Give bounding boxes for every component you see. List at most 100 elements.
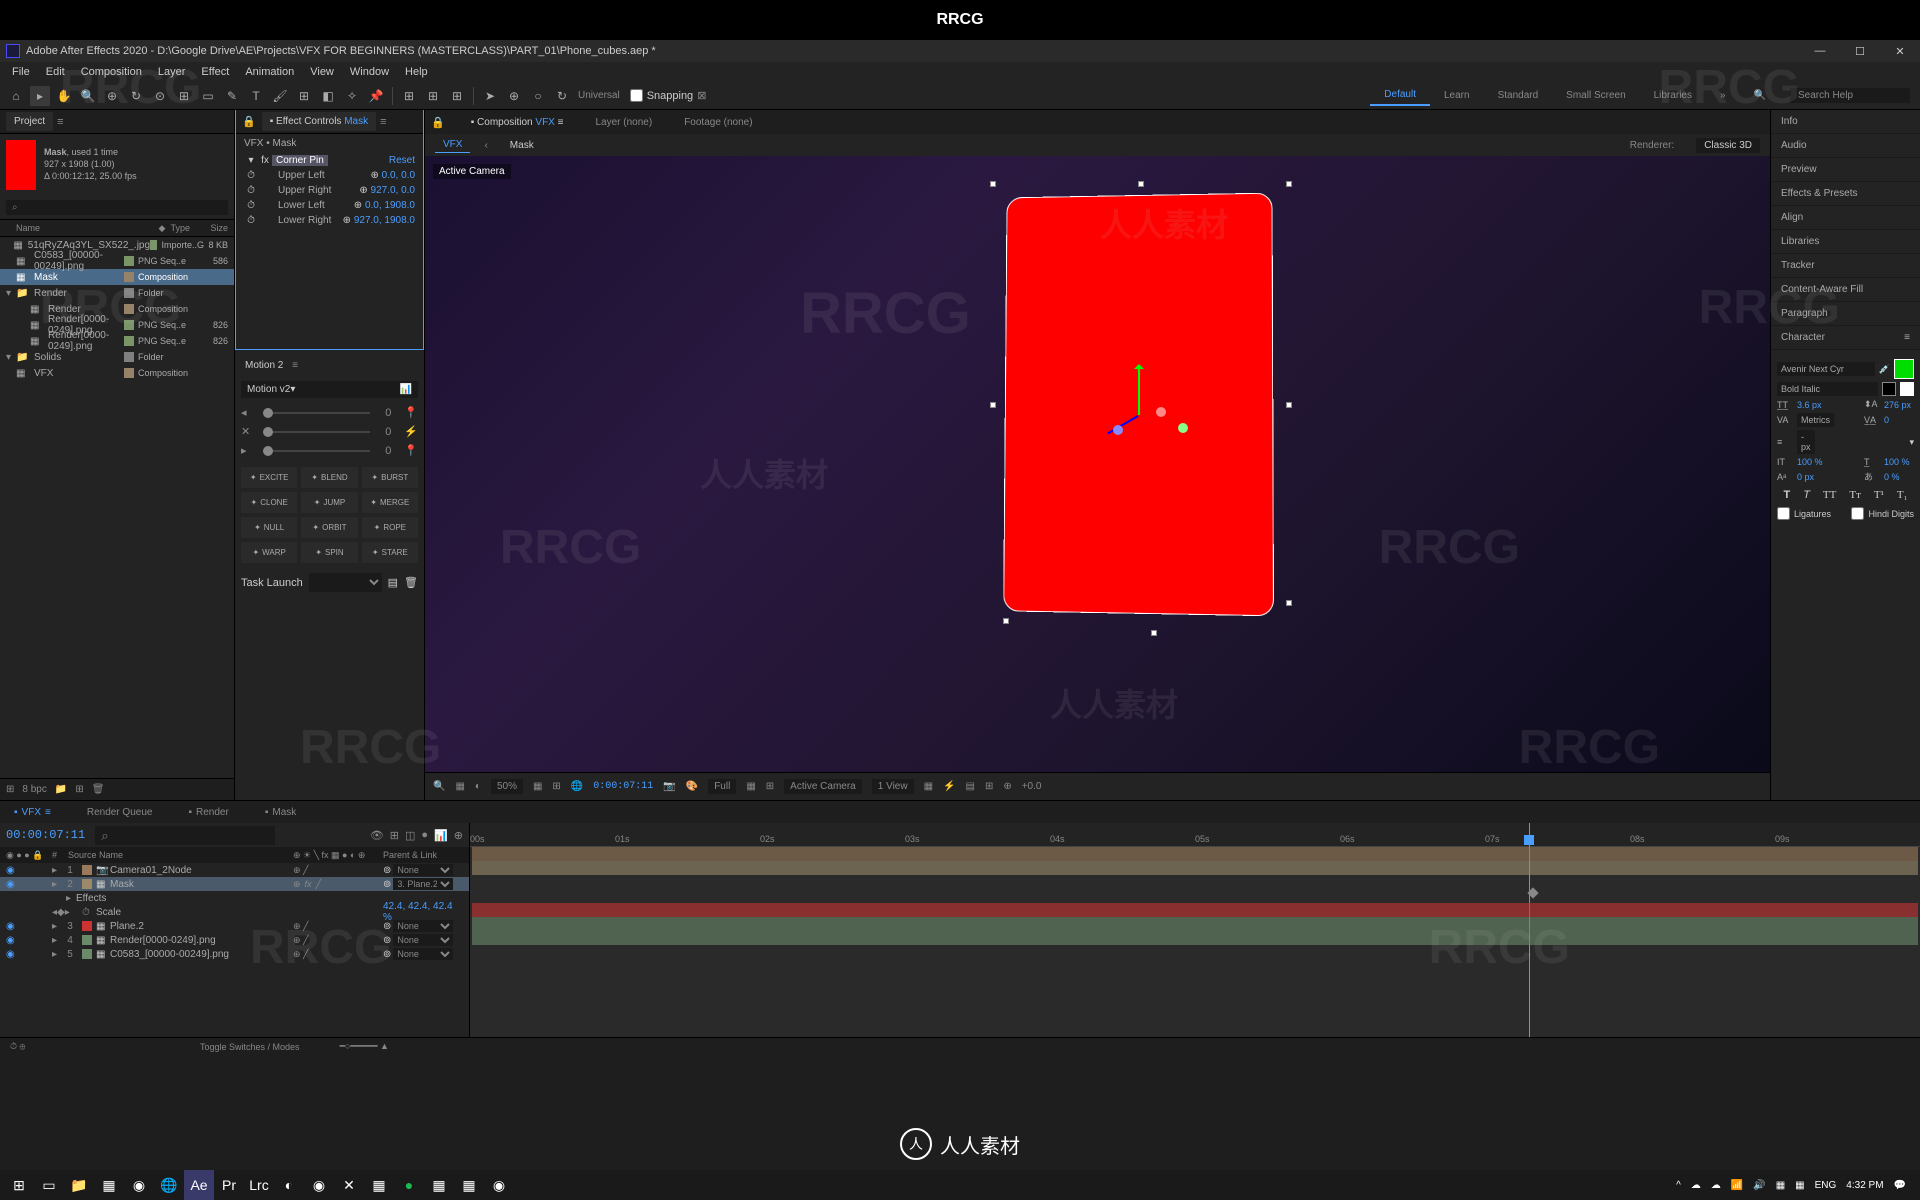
tl-stopwatch-icon[interactable]: ⏱ ⊕ [10,1041,25,1052]
tl-brain-icon[interactable]: ⊕ [454,829,463,842]
pickwhip-icon[interactable]: ⊚ [383,921,391,932]
views-dropdown[interactable]: 1 View [872,779,914,794]
hindi-checkbox[interactable] [1851,507,1864,520]
app-icon[interactable]: ◉ [304,1170,334,1200]
hscale-value[interactable]: 100 % [1884,457,1914,467]
snap-vert-icon[interactable]: ⊕ [504,86,524,106]
layer-expand-icon[interactable]: ▸ [52,879,62,890]
effect-name[interactable]: Corner Pin [272,155,328,166]
stroke-dropdown[interactable]: - px [1797,430,1815,454]
hand-tool[interactable]: ✋ [54,86,74,106]
motion-null-button[interactable]: ✦ NULL [241,517,297,538]
layer-expand-icon[interactable]: ▸ [52,935,62,946]
tray-time[interactable]: 4:32 PM [1846,1180,1883,1191]
new-folder-icon[interactable]: 📁 [55,784,67,795]
motion-jump-button[interactable]: ✦ JUMP [301,492,357,513]
layer-visibility-icon[interactable]: ◉ [6,949,20,960]
kerning-dropdown[interactable]: Metrics [1797,413,1834,427]
tray-weather-icon[interactable]: ☁ [1691,1180,1701,1191]
zoom-tool[interactable]: 🔍 [78,86,98,106]
timeline-layer[interactable]: ◉▸5▦C0583_[00000-00249].png⊕ ╱⊚None [0,947,469,961]
local-axis-icon[interactable]: ⊞ [399,86,419,106]
stopwatch-icon[interactable]: ⏱ [244,185,258,196]
motion-orbit-button[interactable]: ✦ ORBIT [301,517,357,538]
renderer-dropdown[interactable]: Classic 3D [1696,138,1760,153]
tray-onedrive-icon[interactable]: ☁ [1711,1180,1721,1191]
magnify-icon[interactable]: 🔍 [433,781,445,792]
bpc-toggle[interactable]: 8 bpc [22,784,46,795]
comp-subtab-mask[interactable]: Mask [502,138,542,153]
motion-slider-3[interactable] [263,450,370,452]
taskview-icon[interactable]: ▭ [34,1170,64,1200]
task-launch-dropdown[interactable] [309,573,382,592]
stopwatch-icon[interactable]: ⏱ [244,200,258,211]
motion-clone-button[interactable]: ✦ CLONE [241,492,297,513]
stroke-color-swatch[interactable] [1882,382,1896,396]
channel-icon[interactable]: 🌐 [571,781,583,792]
project-search-input[interactable] [6,200,228,215]
layer-expand-icon[interactable]: ▸ [52,865,62,876]
mask-icon[interactable]: ◐ [475,781,481,792]
font-dropdown[interactable]: Avenir Next Cyr [1777,362,1875,376]
close-button[interactable]: ✕ [1880,40,1920,62]
layer-visibility-icon[interactable]: ◉ [6,879,20,890]
app-icon[interactable]: ▦ [424,1170,454,1200]
bold-toggle[interactable]: T [1779,487,1794,503]
timeline-search-input[interactable] [95,826,275,845]
alpha-icon[interactable]: ▦ [455,781,464,792]
font-style-dropdown[interactable]: Bold Italic [1777,382,1878,396]
project-item[interactable]: ▦Render[0000-0249].pngPNG Seq..e826 [0,333,234,349]
ae-taskbar-icon[interactable]: Ae [184,1170,214,1200]
guides-icon[interactable]: ⊞ [766,781,774,792]
workspace-standard[interactable]: Standard [1484,86,1553,105]
motion-rand-icon[interactable]: ⚡ [404,425,418,438]
tray-app-icon[interactable]: ▦ [1776,1180,1785,1191]
trash-icon[interactable]: 🗑 [92,784,105,795]
comp-subtab-vfx[interactable]: VFX [435,137,470,153]
viewer-timecode[interactable]: 0:00:07:11 [593,781,653,792]
motion-slider-2[interactable] [263,431,370,433]
menu-edit[interactable]: Edit [38,66,73,78]
project-item[interactable]: ▾📁SolidsFolder [0,349,234,365]
steam-icon[interactable]: ◉ [484,1170,514,1200]
flowchart-icon[interactable]: ⊞ [985,781,993,792]
timeline-timecode[interactable]: 00:00:07:11 [6,828,85,842]
app-icon[interactable]: ▦ [94,1170,124,1200]
grid-icon[interactable]: ▦ [746,781,755,792]
panel-tracker[interactable]: Tracker [1771,254,1920,278]
layer-bar[interactable] [472,931,1918,945]
tl-graph-icon[interactable]: 📊 [434,829,448,842]
selection-handle[interactable] [1151,630,1157,636]
selection-tool[interactable]: ▸ [30,86,50,106]
exposure-reset-icon[interactable]: ⊕ [1003,781,1011,792]
tray-notifications-icon[interactable]: 💬 [1894,1180,1906,1191]
motion-pin-icon[interactable]: 📍 [404,406,418,419]
parent-dropdown[interactable]: None [393,934,453,946]
allcaps-toggle[interactable]: TT [1819,487,1840,503]
crosshair-icon[interactable]: ⊕ [357,185,371,196]
panel-menu-icon[interactable]: ≡ [380,116,386,128]
leading-value[interactable]: 276 px [1884,400,1914,410]
crosshair-icon[interactable]: ⊕ [368,170,382,181]
motion-version-dropdown[interactable]: Motion v2▾ 📊 [241,381,418,398]
subtab-back-icon[interactable]: ‹ [476,138,495,153]
effect-prop-value[interactable]: 927.0, 1908.0 [354,215,415,226]
effect-prop-value[interactable]: 927.0, 0.0 [371,185,415,196]
pr-icon[interactable]: Pr [214,1170,244,1200]
menu-composition[interactable]: Composition [73,66,150,78]
pickwhip-icon[interactable]: ⊚ [383,879,391,890]
parent-dropdown[interactable]: None [393,864,453,876]
panel-preview[interactable]: Preview [1771,158,1920,182]
motion-blend-button[interactable]: ✦ BLEND [301,467,357,488]
menu-animation[interactable]: Animation [237,66,302,78]
ligatures-checkbox[interactable] [1777,507,1790,520]
pen-tool[interactable]: ✎ [222,86,242,106]
pickwhip-icon[interactable]: ⊚ [383,865,391,876]
clone-tool[interactable]: ⊞ [294,86,314,106]
res-icon[interactable]: ▦ [533,781,542,792]
motion-slider-1[interactable] [263,412,370,414]
zoom-slider[interactable]: ━○━━━━━ ▲ [340,1041,389,1052]
exposure-value[interactable]: +0.0 [1022,781,1042,792]
motion-spin-button[interactable]: ✦ SPIN [301,542,357,563]
stopwatch-icon[interactable]: ⏱ [244,170,258,181]
